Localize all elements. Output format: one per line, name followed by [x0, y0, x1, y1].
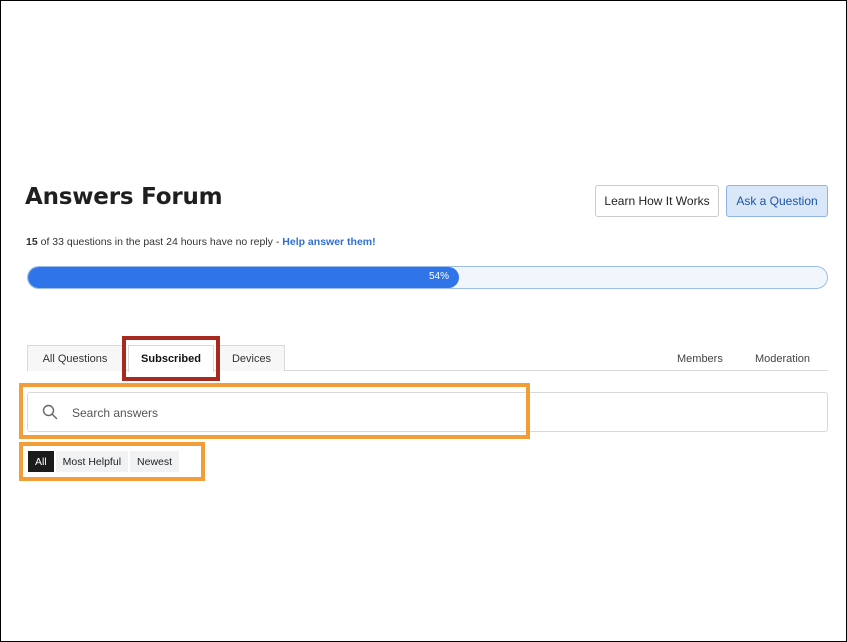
subscribed-tab-highlight: [122, 336, 220, 381]
unanswered-text: of 33 questions in the past 24 hours hav…: [37, 236, 283, 248]
unanswered-stats: 15 of 33 questions in the past 24 hours …: [26, 236, 376, 248]
learn-how-it-works-button[interactable]: Learn How It Works: [595, 185, 719, 217]
search-highlight: [19, 383, 530, 439]
unanswered-count: 15: [26, 236, 38, 248]
ask-question-button[interactable]: Ask a Question: [726, 185, 828, 217]
tab-moderation[interactable]: Moderation: [755, 353, 810, 365]
progress-fill: [28, 267, 459, 288]
help-answer-link[interactable]: Help answer them!: [282, 236, 375, 248]
answer-progress-bar: 54%: [27, 266, 828, 289]
tab-devices[interactable]: Devices: [218, 345, 285, 371]
tab-members[interactable]: Members: [677, 353, 723, 365]
filter-highlight: [19, 442, 205, 481]
page-title: Answers Forum: [25, 184, 223, 210]
screenshot-frame: Answers Forum Learn How It Works Ask a Q…: [1, 1, 846, 641]
tab-all-questions[interactable]: All Questions: [27, 345, 123, 371]
progress-label: 54%: [429, 271, 450, 282]
